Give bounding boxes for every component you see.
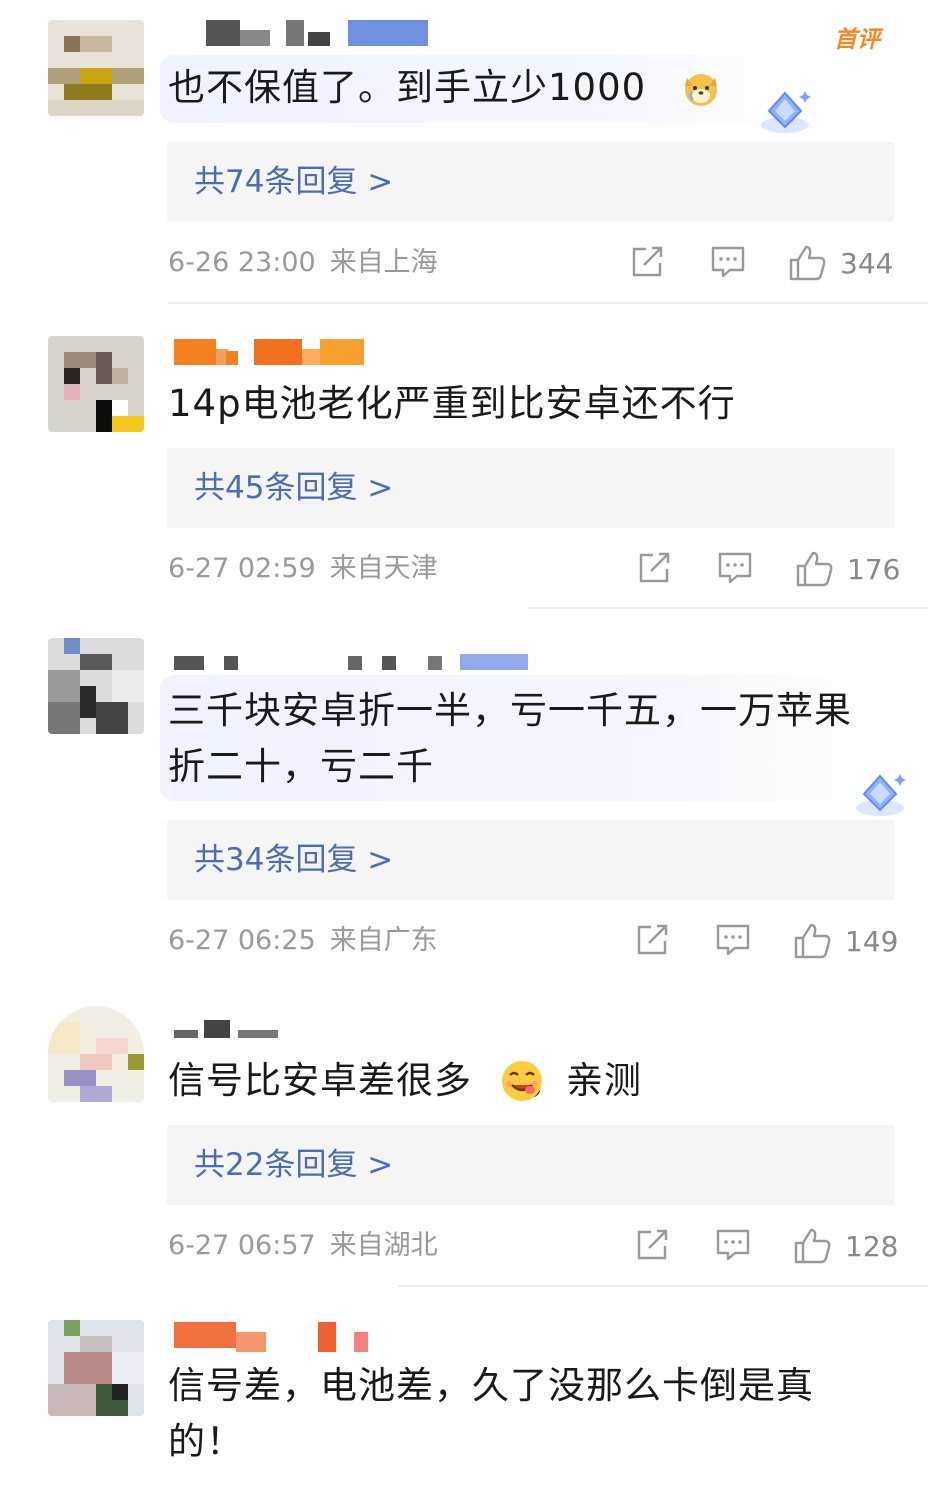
divider [528,607,928,609]
share-icon[interactable] [637,550,673,586]
diamond-badge-icon [856,774,906,816]
avatar[interactable] [48,20,144,116]
share-icon[interactable] [635,922,671,958]
comment-actions: 128 [633,1227,898,1267]
yummy-face-emoji-icon [502,1061,542,1101]
thumbs-up-icon[interactable] [788,244,828,282]
replies-label: 共22条回复 > [194,1147,394,1183]
avatar[interactable] [48,336,144,432]
comment-meta: 6-27 02:59 来自天津 [168,551,438,587]
comment-meta: 6-26 23:00 来自上海 [168,245,438,281]
like-count: 176 [847,553,901,586]
replies-link[interactable]: 共22条回复 > [167,1125,894,1205]
username[interactable] [168,1020,328,1046]
divider [398,1285,928,1287]
thumbs-up-icon[interactable] [795,550,835,588]
share-icon[interactable] [635,1227,671,1263]
comment-actions: 149 [633,922,898,962]
comment-time: 6-27 06:57 [168,1230,316,1261]
share-icon[interactable] [630,244,666,280]
replies-link[interactable]: 共74条回复 > [167,142,894,222]
comment-icon[interactable] [715,1227,751,1263]
comment-icon[interactable] [717,550,753,586]
avatar[interactable] [48,638,144,734]
comment-icon[interactable] [715,922,751,958]
comment-time: 6-27 06:25 [168,925,316,956]
replies-link[interactable]: 共34条回复 > [167,820,894,900]
comment-actions: 176 [635,550,900,590]
comment-time: 6-26 23:00 [168,247,316,278]
comment-location: 来自天津 [329,553,438,584]
thumbs-up-icon[interactable] [793,1227,833,1265]
comment-text: 14p电池老化严重到比安卓还不行 [168,382,736,425]
comment-actions: 344 [628,244,898,284]
avatar[interactable] [48,1006,144,1102]
username[interactable] [168,339,388,365]
replies-label: 共74条回复 > [194,164,394,200]
divider [168,302,928,304]
avatar[interactable] [48,1320,144,1416]
first-comment-badge: 首评 [834,27,880,53]
like-count: 128 [845,1230,899,1263]
comment-icon[interactable] [710,244,746,280]
thumbs-up-icon[interactable] [793,922,833,960]
comment-meta: 6-27 06:25 来自广东 [168,923,438,959]
comment-location: 来自湖北 [329,1230,438,1261]
replies-label: 共45条回复 > [194,470,394,506]
username[interactable] [168,1322,388,1352]
username[interactable] [168,20,438,46]
like-count: 344 [840,247,894,280]
like-count: 149 [845,925,899,958]
comment-text: 三千块安卓折一半，亏一千五，一万苹果折二十，亏二千 [168,689,852,788]
comment-location: 来自上海 [329,247,438,278]
comment-location: 来自广东 [329,925,438,956]
replies-label: 共34条回复 > [194,842,394,878]
comment-meta: 6-27 06:57 来自湖北 [168,1228,438,1264]
comment-text: 信号差，电池差，久了没那么卡倒是真的！ [168,1364,814,1463]
comment-time: 6-27 02:59 [168,553,316,584]
replies-link[interactable]: 共45条回复 > [167,448,894,528]
dog-emoji-icon [685,74,717,106]
diamond-badge-icon [761,91,811,133]
